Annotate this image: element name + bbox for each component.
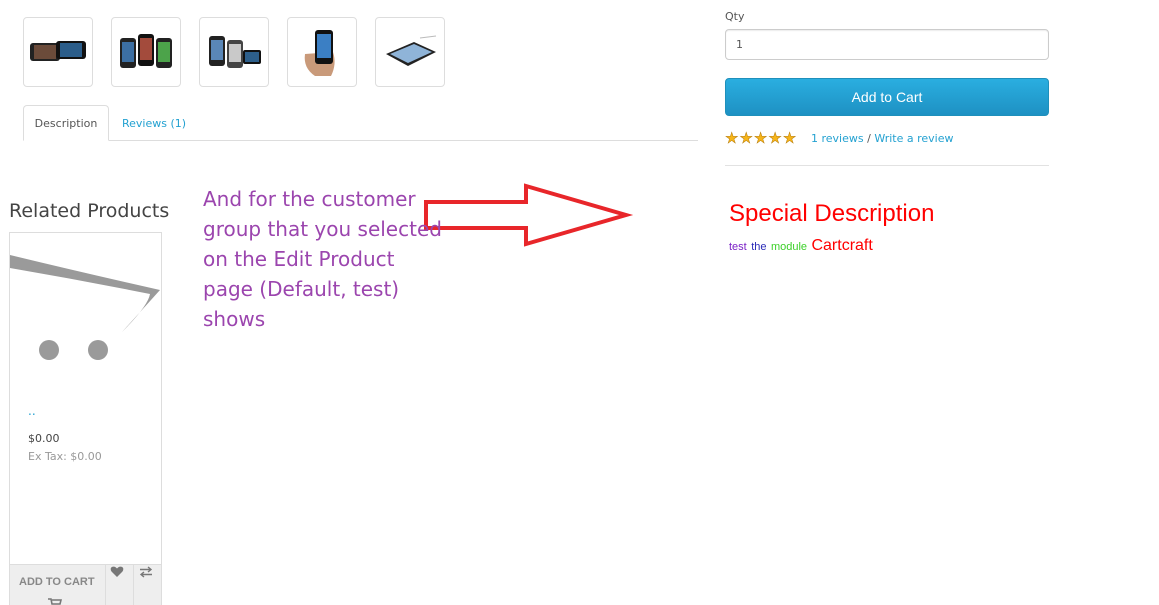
rating-stars: ★ ★ ★ ★ ★	[725, 129, 797, 147]
write-review-link[interactable]: Write a review	[874, 132, 953, 145]
annotation-line: group that you selected	[203, 217, 442, 241]
reviews-count-link[interactable]: 1 reviews	[811, 132, 864, 145]
annotation-line: page (Default, test)	[203, 277, 400, 301]
thumbnail-4[interactable]	[287, 17, 357, 87]
thumbnail-5[interactable]	[375, 17, 445, 87]
special-description-text: test the module Cartcraft	[729, 237, 873, 255]
add-to-cart-button[interactable]: Add to Cart	[725, 78, 1049, 116]
star-icon: ★	[739, 129, 753, 147]
star-icon: ★	[753, 129, 768, 147]
compare-arrows-icon[interactable]	[139, 566, 153, 578]
thumbnail-1[interactable]	[23, 17, 93, 87]
review-links: 1 reviews / Write a review	[811, 132, 953, 145]
annotation-line: on the Edit Product	[203, 247, 395, 271]
shopping-cart-icon	[48, 598, 62, 605]
annotation-arrow-icon	[424, 183, 634, 247]
annotation-text: And for the customer group that you sele…	[203, 184, 443, 334]
annotation-line: shows	[203, 307, 266, 331]
product-ex-tax: Ex Tax: $0.00	[28, 450, 102, 463]
tab-reviews[interactable]: Reviews (1)	[112, 105, 196, 141]
footer-divider	[133, 564, 134, 605]
iphone-group-image	[120, 34, 172, 68]
star-icon: ★	[768, 129, 782, 147]
iphone-apps-image	[209, 36, 261, 68]
thumbnail-3[interactable]	[199, 17, 269, 87]
special-word-cartcraft: Cartcraft	[811, 237, 873, 254]
qty-label: Qty	[725, 10, 745, 23]
special-description-title: Special Description	[729, 200, 935, 227]
related-products-heading: Related Products	[9, 200, 170, 222]
star-icon: ★	[725, 129, 739, 147]
heart-icon[interactable]	[110, 566, 124, 578]
special-word-module: module	[770, 241, 808, 253]
footer-divider	[105, 564, 106, 605]
product-name-link[interactable]: ..	[28, 404, 36, 418]
iphone-side-image	[386, 35, 437, 66]
product-add-to-cart-button[interactable]: ADD TO CART	[19, 576, 95, 588]
thumbnail-2[interactable]	[111, 17, 181, 87]
special-word-the: the	[751, 241, 767, 253]
opencart-logo-image[interactable]	[10, 250, 162, 365]
product-price: $0.00	[28, 432, 60, 445]
qty-input[interactable]	[725, 29, 1049, 60]
purchase-divider	[725, 165, 1049, 166]
iphone-hand-image	[304, 30, 335, 76]
special-word-test: test	[729, 241, 747, 253]
annotation-line: And for the customer	[203, 187, 416, 211]
tab-description[interactable]: Description	[23, 105, 109, 141]
star-icon: ★	[782, 129, 797, 147]
iphone-landscape-image	[30, 41, 86, 61]
review-separator: /	[863, 132, 875, 145]
